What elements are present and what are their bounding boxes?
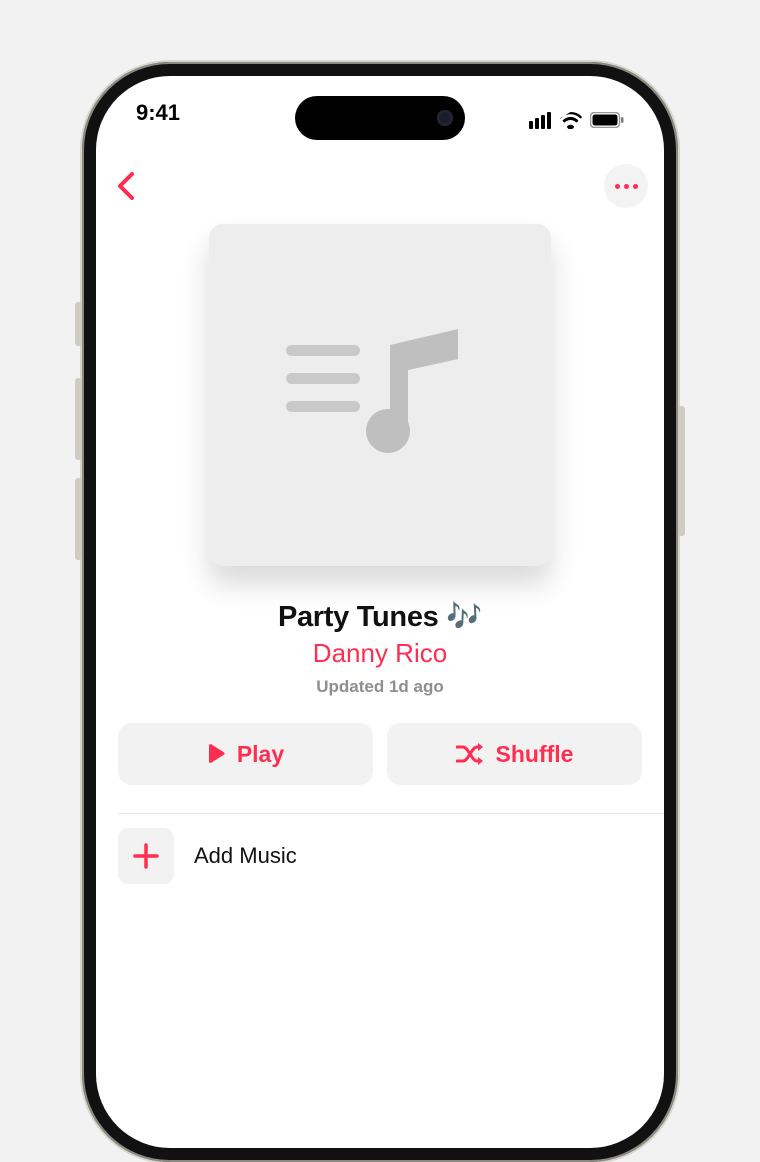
playlist-artwork[interactable] — [209, 224, 551, 566]
playlist-author[interactable]: Danny Rico — [96, 638, 664, 669]
plus-icon — [131, 841, 161, 871]
add-music-button[interactable]: Add Music — [96, 814, 664, 884]
cellular-signal-icon — [529, 112, 551, 129]
playlist-updated: Updated 1d ago — [96, 677, 664, 697]
nav-bar — [96, 158, 664, 214]
chevron-left-icon — [117, 172, 135, 200]
shuffle-button[interactable]: Shuffle — [387, 723, 642, 785]
phone-frame: 9:41 — [82, 62, 678, 1162]
phone-volume-up — [75, 378, 82, 460]
phone-mute-switch — [75, 302, 82, 346]
shuffle-icon — [456, 743, 484, 765]
phone-volume-down — [75, 478, 82, 560]
play-button[interactable]: Play — [118, 723, 373, 785]
playlist-placeholder-icon — [280, 315, 480, 475]
shuffle-label: Shuffle — [496, 741, 574, 768]
play-icon — [207, 744, 225, 764]
more-options-icon — [615, 184, 620, 189]
back-button[interactable] — [106, 166, 146, 206]
playlist-title: Party Tunes 🎶 — [96, 600, 664, 634]
playlist-content: Party Tunes 🎶 Danny Rico Updated 1d ago … — [96, 224, 664, 884]
add-music-label: Add Music — [194, 843, 297, 869]
status-time: 9:41 — [136, 100, 180, 140]
play-label: Play — [237, 741, 284, 768]
status-bar: 9:41 — [96, 100, 664, 140]
more-options-button[interactable] — [604, 164, 648, 208]
wifi-icon — [559, 112, 582, 129]
phone-power-button — [678, 406, 685, 536]
screen: 9:41 — [96, 76, 664, 1148]
add-music-icon-box — [118, 828, 174, 884]
battery-icon — [590, 112, 624, 128]
